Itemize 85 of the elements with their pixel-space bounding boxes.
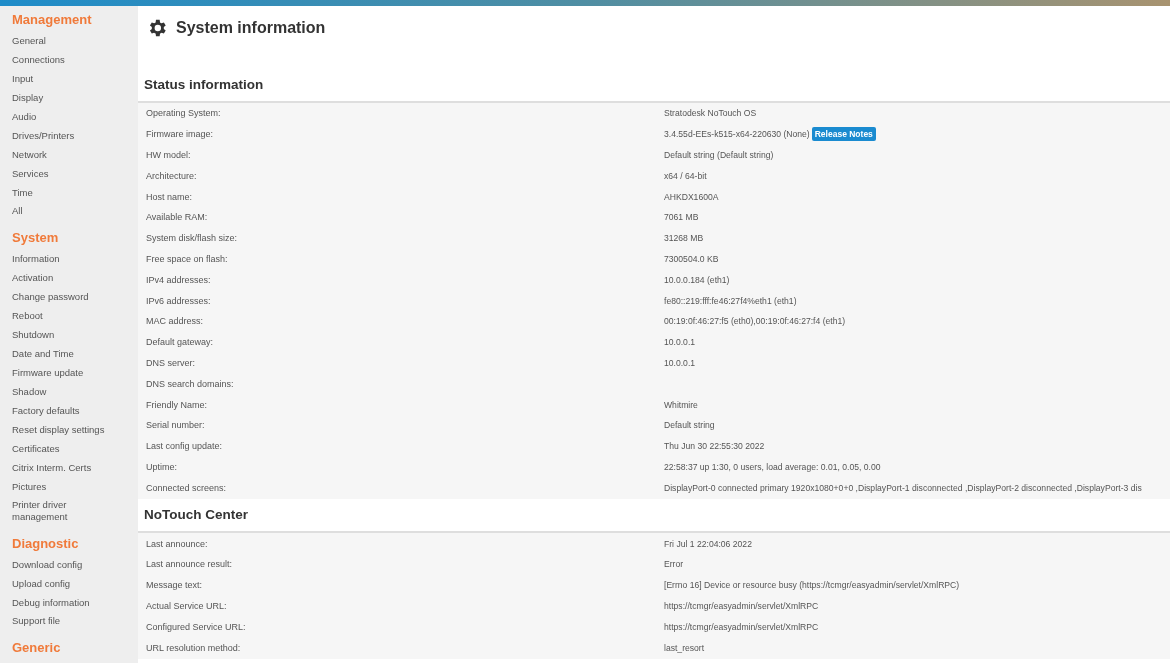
field-label: Free space on flash: bbox=[145, 253, 229, 264]
field-label: URL resolution method: bbox=[145, 642, 242, 653]
field-value: 7300504.0 KB bbox=[664, 253, 719, 264]
field-value: Fri Jul 1 22:04:06 2022 bbox=[664, 538, 752, 549]
sidebar-heading: Generic bbox=[12, 639, 61, 656]
sidebar-item[interactable]: Download config bbox=[12, 555, 124, 574]
field-value: 10.0.0.184 (eth1) bbox=[664, 274, 730, 285]
field-label: DNS search domains: bbox=[145, 378, 235, 389]
field-value: 10.0.0.1 bbox=[664, 337, 696, 348]
sidebar-item[interactable]: Time bbox=[12, 183, 124, 202]
field-label: Last config update: bbox=[145, 441, 224, 452]
field-value: 00:19:0f:46:27:f5 (eth0),00:19:0f:46:27:f4 (eth1) bbox=[664, 316, 846, 327]
field-label: Configured Service URL: bbox=[145, 621, 247, 632]
sidebar-item[interactable]: Support file bbox=[12, 612, 124, 630]
field-value: https://tcmgr/easyadmin/servlet/XmlRPC bbox=[664, 600, 819, 611]
field-value: last_resort bbox=[664, 642, 705, 653]
page-title: System information bbox=[176, 19, 326, 37]
section-title: Status information bbox=[143, 76, 265, 94]
sidebar-item[interactable]: Audio bbox=[12, 107, 124, 126]
release-notes-button[interactable]: Release Notes bbox=[811, 127, 876, 142]
field-label: Default gateway: bbox=[145, 337, 215, 348]
sidebar-item[interactable]: Reset display settings bbox=[12, 420, 124, 439]
sidebar-item[interactable]: Reboot bbox=[12, 306, 124, 325]
field-value: Error bbox=[664, 559, 684, 570]
field-label: Last announce: bbox=[145, 538, 209, 549]
field-label: Friendly Name: bbox=[145, 399, 209, 410]
field-label: Architecture: bbox=[145, 170, 198, 181]
sidebar-item[interactable]: Shutdown bbox=[12, 325, 124, 344]
sidebar-item[interactable]: Display bbox=[12, 88, 124, 107]
field-value: Whitmire bbox=[664, 399, 698, 410]
field-value: 7061 MB bbox=[664, 212, 699, 223]
field-label: Message text: bbox=[145, 580, 204, 591]
sidebar-item[interactable]: Activation bbox=[12, 268, 124, 287]
sidebar-item[interactable]: Network bbox=[12, 145, 124, 164]
sidebar-item[interactable]: Input bbox=[12, 69, 124, 88]
field-label: System disk/flash size: bbox=[145, 233, 239, 244]
sidebar-item[interactable]: Firmware update bbox=[12, 363, 124, 382]
sidebar-item[interactable]: Drives/Printers bbox=[12, 126, 124, 145]
sidebar-item[interactable]: Printer driver management bbox=[12, 496, 124, 526]
field-value: DisplayPort-0 connected primary 1920x1080+0+0 ,DisplayPort-1 disconnected ,DisplayPort-2 disconnected ,DisplayPort-3 dis bbox=[664, 482, 1142, 493]
field-label: HW model: bbox=[145, 150, 192, 160]
sidebar-item[interactable]: Upload config bbox=[12, 574, 124, 593]
section-title: NoTouch Center bbox=[143, 506, 249, 525]
sidebar-heading: Management bbox=[12, 11, 92, 28]
sidebar-heading: System bbox=[12, 229, 59, 246]
field-value: Thu Jun 30 22:55:30 2022 bbox=[664, 441, 765, 452]
field-label: Available RAM: bbox=[145, 212, 209, 223]
sidebar-item[interactable]: Factory defaults bbox=[12, 401, 124, 420]
field-label: Firmware image: bbox=[145, 129, 214, 140]
field-label: Uptime: bbox=[145, 461, 178, 472]
field-value: fe80::219:fff:fe46:27f4%eth1 (eth1) bbox=[664, 295, 797, 306]
sidebar-item[interactable]: Citrix Interm. Certs bbox=[12, 458, 124, 477]
field-label: IPv4 addresses: bbox=[145, 274, 212, 285]
field-value: Stratodesk NoTouch OS bbox=[664, 108, 757, 119]
sidebar-item[interactable]: Pictures bbox=[12, 477, 124, 496]
field-label: MAC address: bbox=[145, 316, 205, 327]
sidebar-item[interactable]: Debug information bbox=[12, 593, 124, 612]
field-value: x64 / 64-bit bbox=[664, 170, 707, 181]
field-value: 3.4.55d-EEs-k515-x64-220630 (None) bbox=[664, 129, 810, 140]
field-label: Operating System: bbox=[145, 108, 222, 119]
sidebar-item[interactable]: Change password bbox=[12, 287, 124, 306]
field-label: Host name: bbox=[145, 191, 194, 202]
field-value: [Errno 16] Device or resource busy (https://tcmgr/easyadmin/servlet/XmlRPC) bbox=[664, 580, 960, 591]
field-label: IPv6 addresses: bbox=[145, 295, 212, 306]
sidebar-item[interactable]: All bbox=[12, 202, 124, 220]
sidebar-item[interactable]: Services bbox=[12, 164, 124, 183]
field-value: 31268 MB bbox=[664, 233, 704, 244]
field-label: Serial number: bbox=[145, 420, 206, 431]
sidebar-item[interactable]: Information bbox=[12, 249, 124, 268]
field-value: Default string (Default string) bbox=[664, 150, 774, 160]
sidebar-item[interactable]: Shadow bbox=[12, 382, 124, 401]
field-label: Last announce result: bbox=[145, 559, 234, 570]
field-value: 10.0.0.1 bbox=[664, 357, 696, 368]
sidebar-item[interactable]: Date and Time bbox=[12, 344, 124, 363]
sidebar-heading: Diagnostic bbox=[12, 535, 79, 552]
sidebar-item[interactable]: General bbox=[12, 31, 124, 50]
field-value: AHKDX1600A bbox=[664, 191, 719, 202]
field-label: Connected screens: bbox=[145, 482, 228, 493]
field-label: Actual Service URL: bbox=[145, 600, 228, 611]
field-label: DNS server: bbox=[145, 357, 196, 368]
sidebar-item[interactable]: Certificates bbox=[12, 439, 124, 458]
field-value: https://tcmgr/easyadmin/servlet/XmlRPC bbox=[664, 621, 819, 632]
field-value: Default string bbox=[664, 420, 715, 431]
field-value: 22:58:37 up 1:30, 0 users, load average: 0.01, 0.05, 0.00 bbox=[664, 461, 881, 472]
sidebar-item[interactable]: Connections bbox=[12, 50, 124, 69]
